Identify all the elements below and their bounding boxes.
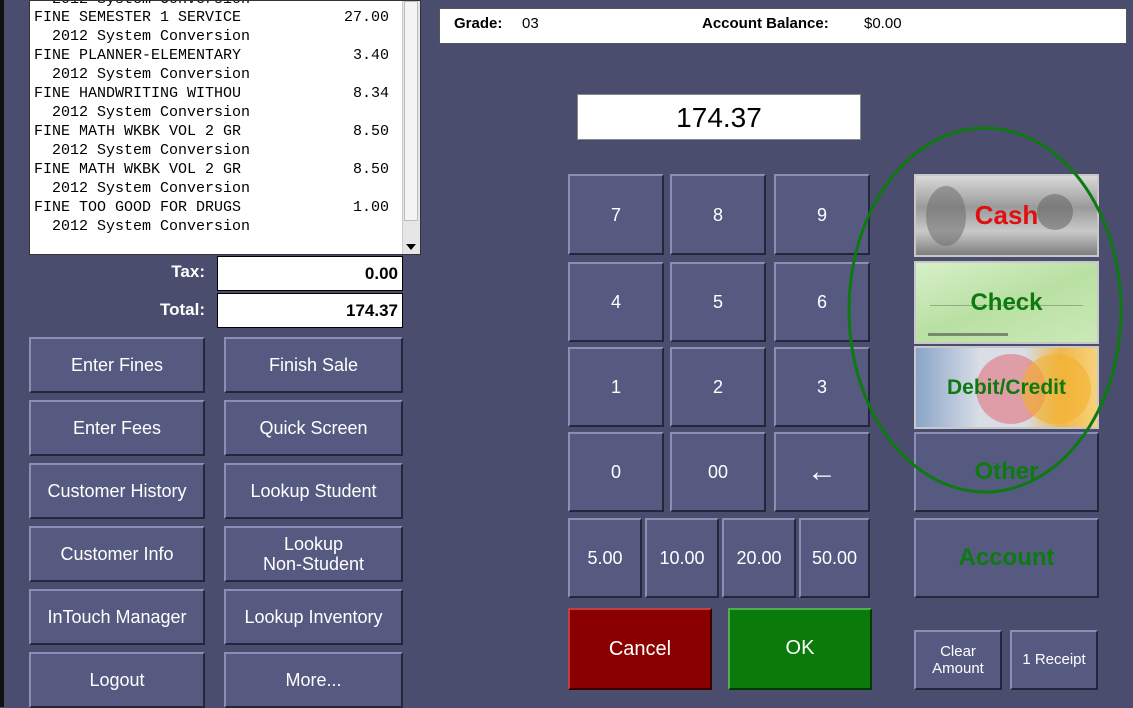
key-4[interactable]: 4 xyxy=(568,262,664,342)
scroll-down-arrow-icon[interactable] xyxy=(406,244,416,250)
info-bar: Grade: 03 Account Balance: $0.00 xyxy=(439,8,1127,44)
receipt-line-desc: 2012 System Conversion xyxy=(34,180,251,197)
debit-credit-button[interactable]: Debit/Credit xyxy=(914,346,1099,429)
receipt-line: FINE SEMESTER 1 SERVICE 27.00 xyxy=(34,9,389,26)
key-5[interactable]: 5 xyxy=(670,262,766,342)
total-label: Total: xyxy=(159,300,205,319)
balance-label: Account Balance: xyxy=(702,15,829,32)
bill-seal-icon xyxy=(1037,194,1073,230)
receipt-line: FINE MATH WKBK VOL 2 GR 8.50 xyxy=(34,123,389,140)
account-button[interactable]: Account xyxy=(914,518,1099,598)
customer-history-button[interactable]: Customer History xyxy=(29,463,205,519)
account-label: Account xyxy=(958,544,1055,571)
receipt-list[interactable]: 2012 System Conversion FINE SEMESTER 1 S… xyxy=(29,0,421,255)
tax-label: Tax: xyxy=(171,262,205,281)
receipt-line-amount: 8.50 xyxy=(352,161,389,178)
customer-info-button[interactable]: Customer Info xyxy=(29,526,205,582)
intouch-manager-button[interactable]: InTouch Manager xyxy=(29,589,205,645)
total-value: 174.37 xyxy=(217,293,403,328)
receipt-line: 2012 System Conversion xyxy=(34,218,389,235)
receipt-line-desc: FINE PLANNER-ELEMENTARY xyxy=(34,47,242,64)
key-9[interactable]: 9 xyxy=(774,174,870,255)
cash-button[interactable]: Cash xyxy=(914,174,1099,257)
check-micr-line xyxy=(928,333,1008,336)
receipt-line-amount: 1.00 xyxy=(352,199,389,216)
receipt-line-desc: 2012 System Conversion xyxy=(34,218,251,235)
enter-fees-button[interactable]: Enter Fees xyxy=(29,400,205,456)
enter-fines-button[interactable]: Enter Fines xyxy=(29,337,205,393)
check-button[interactable]: Check xyxy=(914,261,1099,344)
receipt-line: FINE MATH WKBK VOL 2 GR 8.50 xyxy=(34,161,389,178)
check-label: Check xyxy=(970,288,1043,316)
receipt-line-desc: 2012 System Conversion xyxy=(34,28,251,45)
quick-amount-20[interactable]: 20.00 xyxy=(722,518,796,598)
key-8[interactable]: 8 xyxy=(670,174,766,255)
receipt-line-desc: FINE SEMESTER 1 SERVICE xyxy=(34,9,242,26)
receipt-line-amount: 8.34 xyxy=(352,85,389,102)
receipt-line-desc: FINE MATH WKBK VOL 2 GR xyxy=(34,123,242,140)
quick-amount-10[interactable]: 10.00 xyxy=(645,518,719,598)
grade-value: 03 xyxy=(522,15,539,32)
receipt-line: FINE HANDWRITING WITHOU 8.34 xyxy=(34,85,389,102)
lookup-non-student-label-2: Non-Student xyxy=(262,554,365,574)
receipt-button[interactable]: 1 Receipt xyxy=(1010,630,1098,690)
receipt-line: 2012 System Conversion xyxy=(34,104,389,121)
logout-button[interactable]: Logout xyxy=(29,652,205,708)
receipt-scrollbar[interactable] xyxy=(402,1,420,254)
receipt-line-amount: 3.40 xyxy=(352,47,389,64)
key-6[interactable]: 6 xyxy=(774,262,870,342)
receipt-line-desc: FINE MATH WKBK VOL 2 GR xyxy=(34,161,242,178)
cancel-button[interactable]: Cancel xyxy=(568,608,712,690)
other-button[interactable]: Other xyxy=(914,432,1099,512)
debit-credit-label: Debit/Credit xyxy=(946,375,1066,399)
key-3[interactable]: 3 xyxy=(774,347,870,427)
clear-amount-label-1: Clear xyxy=(940,643,976,660)
lookup-non-student-button[interactable]: Lookup Non-Student xyxy=(224,526,403,582)
quick-amount-5[interactable]: 5.00 xyxy=(568,518,642,598)
balance-value: $0.00 xyxy=(864,15,902,32)
lookup-inventory-button[interactable]: Lookup Inventory xyxy=(224,589,403,645)
receipt-line-clipped: 2012 System Conversion xyxy=(34,1,389,8)
window-edge xyxy=(0,0,4,707)
clear-amount-button[interactable]: Clear Amount xyxy=(914,630,1002,690)
finish-sale-button[interactable]: Finish Sale xyxy=(224,337,403,393)
key-0[interactable]: 0 xyxy=(568,432,664,512)
receipt-line-amount: 27.00 xyxy=(343,9,389,26)
receipt-line-desc: 2012 System Conversion xyxy=(34,66,251,83)
receipt-line: FINE PLANNER-ELEMENTARY 3.40 xyxy=(34,47,389,64)
backspace-arrow-icon: ← xyxy=(807,455,837,488)
ok-button[interactable]: OK xyxy=(728,608,872,690)
receipt-line-desc: 2012 System Conversion xyxy=(34,142,251,159)
dollar-bill-icon xyxy=(926,186,966,246)
receipt-line-desc: 2012 System Conversion xyxy=(34,104,251,121)
receipt-line: 2012 System Conversion xyxy=(34,180,389,197)
receipt-line: 2012 System Conversion xyxy=(34,66,389,83)
lookup-student-button[interactable]: Lookup Student xyxy=(224,463,403,519)
quick-screen-button[interactable]: Quick Screen xyxy=(224,400,403,456)
key-7[interactable]: 7 xyxy=(568,174,664,255)
grade-label: Grade: xyxy=(454,15,503,32)
backspace-key[interactable]: ← xyxy=(774,432,870,512)
receipt-line: FINE TOO GOOD FOR DRUGS 1.00 xyxy=(34,199,389,216)
cash-label: Cash xyxy=(974,200,1039,230)
tax-value: 0.00 xyxy=(217,256,403,291)
other-label: Other xyxy=(974,458,1039,485)
key-2[interactable]: 2 xyxy=(670,347,766,427)
clear-amount-label-2: Amount xyxy=(932,660,984,677)
receipt-line: 2012 System Conversion xyxy=(34,142,389,159)
lookup-non-student-label-1: Lookup xyxy=(283,534,344,554)
receipt-line: 2012 System Conversion xyxy=(34,28,389,45)
key-00[interactable]: 00 xyxy=(670,432,766,512)
receipt-line-desc: FINE TOO GOOD FOR DRUGS xyxy=(34,199,242,216)
amount-display: 174.37 xyxy=(577,94,861,140)
receipt-line-desc: FINE HANDWRITING WITHOU xyxy=(34,85,242,102)
key-1[interactable]: 1 xyxy=(568,347,664,427)
receipt-line-amount: 8.50 xyxy=(352,123,389,140)
more-button[interactable]: More... xyxy=(224,652,403,708)
quick-amount-50[interactable]: 50.00 xyxy=(799,518,870,598)
